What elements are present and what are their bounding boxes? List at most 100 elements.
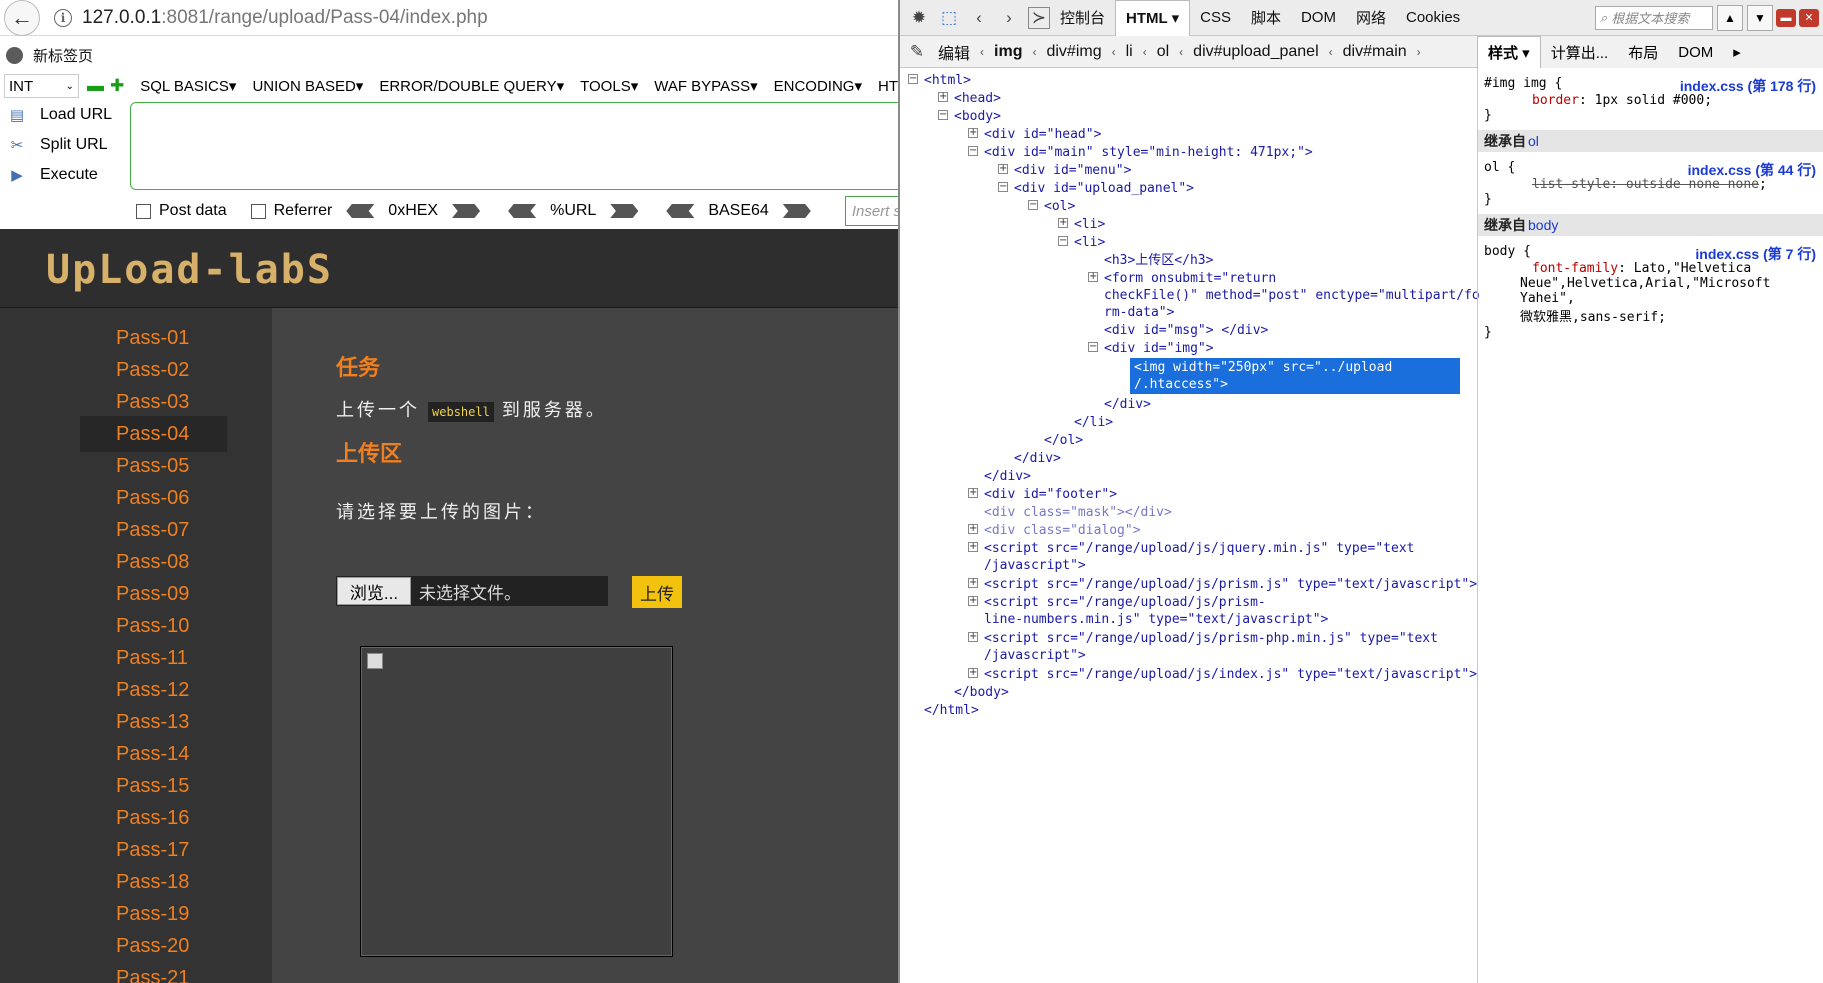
menu-item-pass-02[interactable]: Pass-02 bbox=[80, 352, 227, 388]
split-url-button[interactable]: ✂ Split URL bbox=[0, 130, 125, 160]
tree-node[interactable]: <ol> bbox=[1044, 198, 1075, 215]
menu-item-pass-20[interactable]: Pass-20 bbox=[80, 928, 227, 964]
collapse-icon[interactable]: − bbox=[938, 110, 948, 120]
tree-node[interactable]: <form onsubmit="return bbox=[1104, 270, 1276, 287]
tree-node[interactable]: <div id="menu"> bbox=[1014, 162, 1131, 179]
side-tab-style[interactable]: 样式 ▾ bbox=[1477, 36, 1541, 68]
search-prev-icon[interactable]: ▲ bbox=[1717, 4, 1743, 31]
collapse-icon[interactable]: − bbox=[908, 74, 918, 84]
tree-node[interactable]: <div id="footer"> bbox=[984, 486, 1117, 503]
tab-net[interactable]: 网络 bbox=[1346, 0, 1396, 36]
side-tab-computed[interactable]: 计算出... bbox=[1541, 36, 1619, 68]
tree-node[interactable]: <script src="/range/upload/js/prism- bbox=[984, 594, 1266, 611]
back-button[interactable]: ← bbox=[4, 0, 40, 36]
tree-node[interactable]: <body> bbox=[954, 108, 1001, 125]
crumb-ol[interactable]: ol bbox=[1157, 43, 1169, 61]
tree-node[interactable]: <div id="head"> bbox=[984, 126, 1101, 143]
tree-node[interactable]: <script src="/range/upload/js/prism.js" … bbox=[984, 576, 1477, 593]
tree-node[interactable]: <html> bbox=[924, 72, 971, 89]
tab-console[interactable]: 控制台 bbox=[1050, 0, 1115, 36]
collapse-icon[interactable]: − bbox=[1088, 342, 1098, 352]
tab-html[interactable]: HTML ▾ bbox=[1115, 0, 1191, 36]
expand-icon[interactable]: + bbox=[968, 488, 978, 498]
menu-item-pass-03[interactable]: Pass-03 bbox=[80, 384, 227, 420]
menu-item-pass-19[interactable]: Pass-19 bbox=[80, 896, 227, 932]
expand-icon[interactable]: + bbox=[968, 596, 978, 606]
menu-item-pass-04[interactable]: Pass-04 bbox=[80, 416, 227, 452]
tree-node[interactable]: <div id="upload_panel"> bbox=[1014, 180, 1194, 197]
minimize-icon[interactable]: ▬ bbox=[1776, 8, 1796, 27]
crumb-div-upload-panel[interactable]: div#upload_panel bbox=[1193, 43, 1318, 61]
menu-item-pass-09[interactable]: Pass-09 bbox=[80, 576, 227, 612]
menu-item-pass-12[interactable]: Pass-12 bbox=[80, 672, 227, 708]
hex-encode-arrow-icon[interactable] bbox=[452, 204, 481, 218]
tree-node[interactable]: <script src="/range/upload/js/prism-php.… bbox=[984, 630, 1438, 647]
tree-node[interactable]: <div id="msg"> </div> bbox=[1104, 322, 1268, 339]
tab-css[interactable]: CSS bbox=[1190, 0, 1241, 36]
menu-item-pass-21[interactable]: Pass-21 bbox=[80, 960, 227, 983]
referrer-checkbox[interactable] bbox=[250, 203, 266, 219]
menu-tools[interactable]: TOOLS▾ bbox=[580, 77, 638, 95]
insert-string-input[interactable]: Insert string bbox=[844, 196, 898, 226]
crumb-right-icon[interactable]: › bbox=[1417, 45, 1421, 59]
tab-cookies[interactable]: Cookies bbox=[1396, 0, 1470, 36]
menu-item-pass-11[interactable]: Pass-11 bbox=[80, 640, 227, 676]
collapse-icon[interactable]: − bbox=[998, 182, 1008, 192]
devtools-search-input[interactable]: ⌕ 根据文本搜索 bbox=[1595, 5, 1713, 30]
command-line-icon[interactable]: ≻ bbox=[1028, 6, 1050, 29]
menu-sql-basics[interactable]: SQL BASICS▾ bbox=[140, 77, 236, 95]
tree-node[interactable]: <script src="/range/upload/js/jquery.min… bbox=[984, 540, 1414, 557]
tree-node[interactable]: <div class="mask"></div> bbox=[984, 504, 1172, 521]
crumb-div-img[interactable]: div#img bbox=[1046, 43, 1101, 61]
url-encode-arrow-icon[interactable] bbox=[610, 204, 639, 218]
crumb-li[interactable]: li bbox=[1126, 43, 1133, 61]
tree-node[interactable]: <li> bbox=[1074, 216, 1105, 233]
menu-item-pass-05[interactable]: Pass-05 bbox=[80, 448, 227, 484]
execute-button[interactable]: ▶ Execute bbox=[0, 160, 125, 190]
menu-item-pass-06[interactable]: Pass-06 bbox=[80, 480, 227, 516]
collapse-icon[interactable]: − bbox=[1058, 236, 1068, 246]
css-source-link[interactable]: index.css (第 7 行) bbox=[1695, 244, 1816, 264]
menu-encoding[interactable]: ENCODING▾ bbox=[774, 77, 862, 95]
nav-forward-icon[interactable]: › bbox=[998, 7, 1020, 29]
menu-item-pass-18[interactable]: Pass-18 bbox=[80, 864, 227, 900]
css-property[interactable]: font-family bbox=[1532, 261, 1618, 276]
tree-node[interactable]: <head> bbox=[954, 90, 1001, 107]
tree-node[interactable]: <h3>上传区</h3> bbox=[1104, 252, 1213, 269]
tree-node[interactable]: <div id="main" style="min-height: 471px;… bbox=[984, 144, 1313, 161]
menu-item-pass-01[interactable]: Pass-01 bbox=[80, 320, 227, 356]
url-field[interactable]: 127.0.0.1:8081/range/upload/Pass-04/inde… bbox=[82, 7, 488, 29]
firebug-bug-icon[interactable]: ✹ bbox=[908, 7, 930, 29]
menu-item-pass-08[interactable]: Pass-08 bbox=[80, 544, 227, 580]
expand-icon[interactable]: + bbox=[1088, 272, 1098, 282]
load-url-button[interactable]: ▤ Load URL bbox=[0, 100, 125, 130]
increase-icon[interactable]: ✚ bbox=[110, 76, 124, 96]
crumb-div-main[interactable]: div#main bbox=[1343, 43, 1407, 61]
expand-icon[interactable]: + bbox=[938, 92, 948, 102]
expand-icon[interactable]: + bbox=[968, 542, 978, 552]
search-next-icon[interactable]: ▼ bbox=[1747, 4, 1773, 31]
post-data-checkbox[interactable] bbox=[136, 203, 151, 219]
side-tab-dom[interactable]: DOM bbox=[1668, 36, 1723, 68]
side-tab-more-icon[interactable]: ▸ bbox=[1723, 36, 1751, 68]
tab-dom[interactable]: DOM bbox=[1291, 0, 1346, 36]
tree-node[interactable]: <script src="/range/upload/js/index.js" … bbox=[984, 666, 1477, 683]
crumb-left-icon[interactable]: ‹ bbox=[980, 45, 984, 59]
hackbar-type-select[interactable]: INT ⌄ bbox=[4, 74, 79, 98]
expand-icon[interactable]: + bbox=[1058, 218, 1068, 228]
collapse-icon[interactable]: − bbox=[1028, 200, 1038, 210]
tree-node[interactable]: <li> bbox=[1074, 234, 1105, 251]
url-decode-arrow-icon[interactable] bbox=[508, 204, 537, 218]
css-source-link[interactable]: index.css (第 178 行) bbox=[1680, 76, 1816, 96]
expand-icon[interactable]: + bbox=[968, 524, 978, 534]
menu-html[interactable]: HT bbox=[878, 78, 898, 95]
menu-item-pass-16[interactable]: Pass-16 bbox=[80, 800, 227, 836]
tree-node[interactable]: <div id="img"> bbox=[1104, 340, 1214, 357]
expand-icon[interactable]: + bbox=[968, 668, 978, 678]
site-logo[interactable]: UpLoad-labS bbox=[46, 247, 333, 293]
expand-icon[interactable]: + bbox=[968, 578, 978, 588]
edit-button[interactable]: 编辑 bbox=[938, 40, 970, 64]
menu-item-pass-15[interactable]: Pass-15 bbox=[80, 768, 227, 804]
inspect-icon[interactable]: ⬚ bbox=[938, 7, 960, 29]
expand-icon[interactable]: + bbox=[968, 128, 978, 138]
